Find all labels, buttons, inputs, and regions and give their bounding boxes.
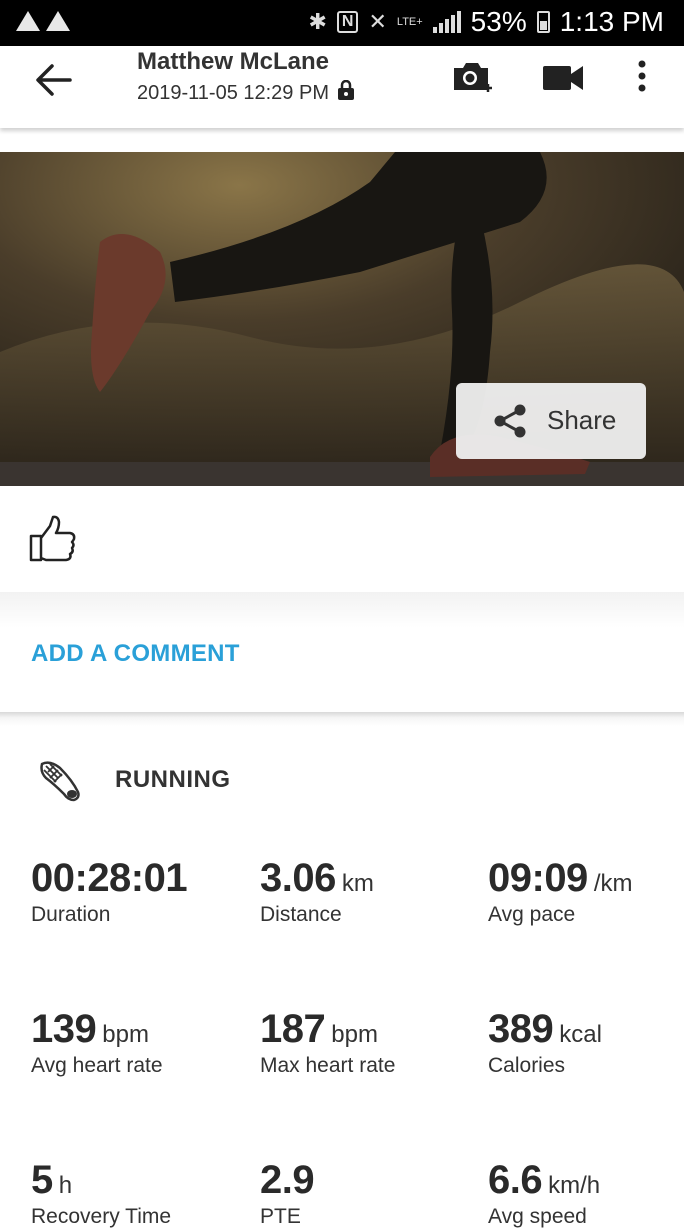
status-right: ✱ N ✕ LTE+ 53% 1:13 PM [308,6,664,38]
stat-label: Recovery Time [31,1205,172,1228]
share-button[interactable]: Share [456,383,646,459]
stat-value: 6.6 [488,1158,543,1202]
comment-section: ADD A COMMENT [0,592,684,712]
stat-distance: 3.06 km Distance [260,856,374,927]
reactions-bar [0,486,684,592]
stat-unit: /km [593,870,633,897]
stat-unit: bpm [331,1021,378,1048]
mute-icon: ✕ [368,9,387,34]
stat-unit: km/h [548,1172,601,1199]
stat-pte: 2.9 PTE [260,1158,320,1229]
stat-label: Calories [488,1054,566,1077]
stat-label: Avg heart rate [31,1054,163,1077]
stat-avg-heart-rate: 139 bpm Avg heart rate [31,1007,163,1078]
app-header: Matthew McLane 2019-11-05 12:29 PM [0,46,684,128]
stat-unit: kcal [559,1021,602,1048]
more-vert-icon[interactable] [622,58,662,98]
battery-icon [536,11,550,33]
network-type: LTE+ [396,15,423,28]
nfc-icon: N [336,11,359,33]
camera-plus-icon[interactable] [450,58,494,98]
stat-unit: h [58,1172,73,1199]
share-button-label: Share [547,405,617,435]
activity-header: RUNNING [0,740,684,820]
workout-datetime: 2019-11-05 12:29 PM [137,79,355,106]
athlete-name: Matthew McLane [137,48,330,75]
section-divider [0,712,684,726]
stat-calories: 389 kcal Calories [488,1007,602,1078]
stat-label: Avg speed [488,1205,587,1228]
battery-percent: 53% [470,6,527,37]
stat-unit: bpm [102,1021,149,1048]
stat-label: Max heart rate [260,1054,396,1077]
video-camera-icon[interactable] [541,58,585,98]
stat-value: 2.9 [260,1158,315,1202]
stat-value: 3.06 [260,856,336,900]
signal-icon [432,11,461,33]
stat-avg-pace: 09:09/km Avg pace [488,856,632,927]
back-arrow-icon[interactable] [32,58,76,102]
thumbs-up-icon[interactable] [28,514,78,569]
share-icon [492,403,528,444]
notification-triangle-icon [46,11,70,31]
stat-value: 389 [488,1007,554,1051]
stat-value: 00:28:01 [31,856,188,900]
stat-value: 09:09 [488,856,588,900]
stat-value: 5 [31,1158,53,1202]
workout-datetime-text: 2019-11-05 12:29 PM [137,81,329,104]
stat-value: 187 [260,1007,326,1051]
running-shoe-icon [38,758,82,807]
stat-avg-speed: 6.6 km/h Avg speed [488,1158,600,1229]
clock: 1:13 PM [559,6,664,37]
stat-recovery-time: 5h Recovery Time [31,1158,171,1229]
bluetooth-icon: ✱ [308,9,327,34]
stat-duration: 00:28:01 Duration [31,856,193,927]
stat-max-heart-rate: 187 bpm Max heart rate [260,1007,395,1078]
workout-cover-photo[interactable]: Share [0,152,684,486]
stat-label: Distance [260,903,342,926]
status-bar: ✱ N ✕ LTE+ 53% 1:13 PM [0,0,684,46]
notification-triangle-icon [16,11,40,31]
activity-type: RUNNING [115,766,231,793]
stat-value: 139 [31,1007,97,1051]
stat-label: Avg pace [488,903,576,926]
stat-label: Duration [31,903,111,926]
notification-icons [16,11,70,31]
stat-label: PTE [260,1205,301,1228]
add-comment-button[interactable]: ADD A COMMENT [31,640,240,668]
lock-icon [337,79,355,106]
stat-unit: km [341,870,374,897]
